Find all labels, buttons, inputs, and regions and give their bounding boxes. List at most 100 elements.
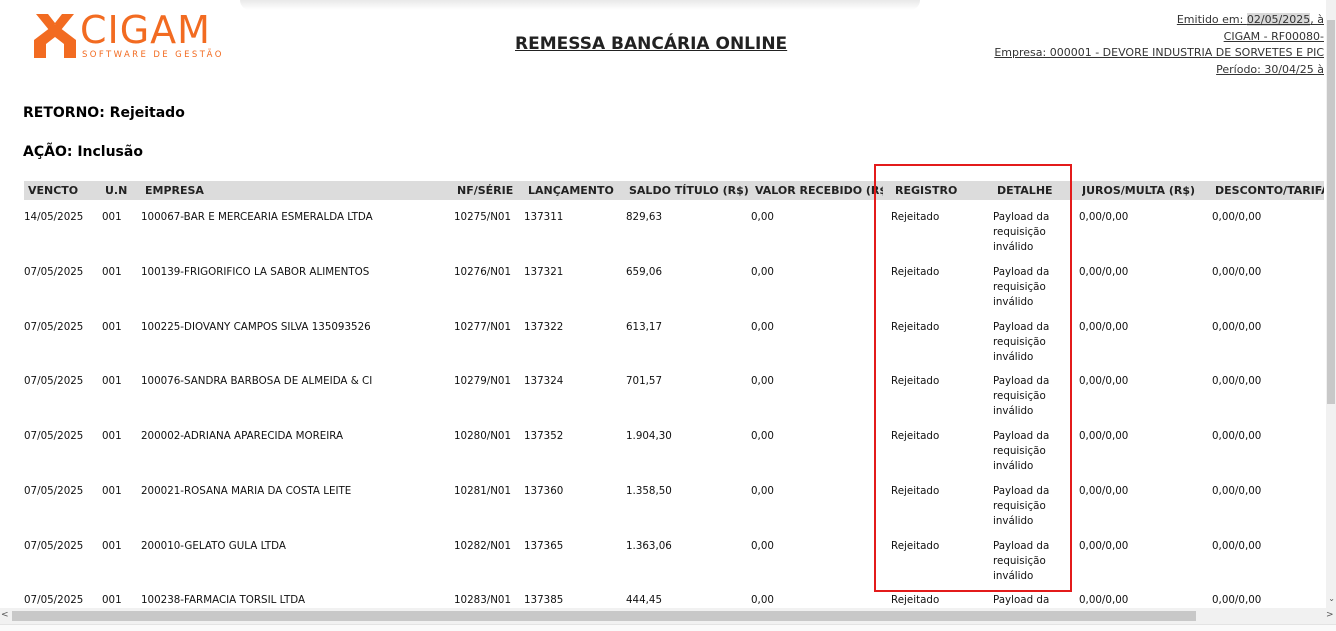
cell-desconto: 0,00/0,00 <box>1212 540 1262 552</box>
cell-vencto: 07/05/2025 <box>24 540 84 552</box>
cell-vencto: 14/05/2025 <box>24 211 84 223</box>
cell-lancamento: 137311 <box>524 211 564 223</box>
cell-lancamento: 137360 <box>524 485 564 497</box>
table-row: 07/05/2025 001 200002-ADRIANA APARECIDA … <box>0 430 1326 485</box>
cell-empresa: 100067-BAR E MERCEARIA ESMERALDA LTDA <box>141 211 373 223</box>
emitido-date: 02/05/2025 <box>1246 13 1311 26</box>
cell-nf: 10281/N01 <box>454 485 512 497</box>
vertical-scroll-thumb[interactable] <box>1327 20 1335 404</box>
acao-label: AÇÃO: Inclusão <box>23 144 143 160</box>
cell-juros: 0,00/0,00 <box>1079 540 1129 552</box>
cell-un: 001 <box>102 321 122 333</box>
cell-empresa: 100139-FRIGORIFICO LA SABOR ALIMENTOS <box>141 266 370 278</box>
cell-un: 001 <box>102 594 122 606</box>
cell-saldo: 613,17 <box>626 321 663 333</box>
col-valor-recebido: VALOR RECEBIDO (R$) <box>755 184 883 197</box>
cell-lancamento: 137322 <box>524 321 564 333</box>
retorno-label: RETORNO: Rejeitado <box>23 105 185 121</box>
cell-nf: 10275/N01 <box>454 211 512 223</box>
periodo-line: Período: 30/04/25 à <box>1216 62 1324 76</box>
report-code: CIGAM - RF00080- <box>1223 29 1324 43</box>
col-empresa: EMPRESA <box>145 184 204 197</box>
table-row: 07/05/2025 001 200021-ROSANA MARIA DA CO… <box>0 485 1326 540</box>
cell-empresa: 200002-ADRIANA APARECIDA MOREIRA <box>141 430 344 442</box>
cell-un: 001 <box>102 375 122 387</box>
table-row: 07/05/2025 001 200010-GELATO GULA LTDA 1… <box>0 540 1326 595</box>
col-un: U.N <box>105 184 128 197</box>
cell-juros: 0,00/0,00 <box>1079 594 1129 606</box>
cell-juros: 0,00/0,00 <box>1079 266 1129 278</box>
cell-empresa: 200021-ROSANA MARIA DA COSTA LEITE <box>141 485 352 497</box>
cell-un: 001 <box>102 211 122 223</box>
cell-juros: 0,00/0,00 <box>1079 430 1129 442</box>
logo-text: CIGAM <box>80 8 211 52</box>
cell-desconto: 0,00/0,00 <box>1212 375 1262 387</box>
col-saldo: SALDO TÍTULO (R$) <box>629 184 749 197</box>
table-row: 07/05/2025 001 100076-SANDRA BARBOSA DE … <box>0 375 1326 430</box>
scroll-down-arrow-icon[interactable]: ⌄ <box>1328 594 1335 603</box>
cell-saldo: 1.363,06 <box>626 540 672 552</box>
cell-empresa: 200010-GELATO GULA LTDA <box>141 540 286 552</box>
cell-un: 001 <box>102 540 122 552</box>
cell-juros: 0,00/0,00 <box>1079 375 1129 387</box>
col-vencto: VENCTO <box>28 184 79 197</box>
scroll-left-arrow-icon[interactable]: < <box>1 610 9 620</box>
cell-nf: 10282/N01 <box>454 540 512 552</box>
cell-valor: 0,00 <box>751 594 774 606</box>
report-title: REMESSA BANCÁRIA ONLINE <box>515 34 788 54</box>
cell-nf: 10283/N01 <box>454 594 512 606</box>
cell-empresa: 100225-DIOVANY CAMPOS SILVA 135093526 <box>141 321 371 333</box>
scroll-right-arrow-icon[interactable]: > <box>1326 610 1334 620</box>
cell-desconto: 0,00/0,00 <box>1212 594 1262 606</box>
cell-detalhe: Payload da <box>993 594 1050 606</box>
logo-tagline: SOFTWARE DE GESTÃO <box>82 50 224 60</box>
cell-nf: 10280/N01 <box>454 430 512 442</box>
table-header: VENCTO U.N EMPRESA NF/SÉRIE LANÇAMENTO S… <box>24 181 1324 200</box>
cell-valor: 0,00 <box>751 266 774 278</box>
table-row: 07/05/2025 001 100139-FRIGORIFICO LA SAB… <box>0 266 1326 321</box>
cell-desconto: 0,00/0,00 <box>1212 266 1262 278</box>
cell-desconto: 0,00/0,00 <box>1212 430 1262 442</box>
cell-empresa: 100238-FARMACIA TORSIL LTDA <box>141 594 306 606</box>
horizontal-scroll-thumb[interactable] <box>12 611 1196 621</box>
cell-desconto: 0,00/0,00 <box>1212 321 1262 333</box>
cell-vencto: 07/05/2025 <box>24 375 84 387</box>
top-shadow <box>240 0 920 10</box>
empresa-line: Empresa: 000001 - DEVORE INDUSTRIA DE SO… <box>994 46 1324 59</box>
col-juros-multa: JUROS/MULTA (R$) <box>1082 184 1196 197</box>
cell-un: 001 <box>102 266 122 278</box>
cell-lancamento: 137365 <box>524 540 564 552</box>
cell-lancamento: 137385 <box>524 594 564 606</box>
cell-saldo: 1.904,30 <box>626 430 672 442</box>
horizontal-scrollbar[interactable]: < > <box>0 608 1336 624</box>
cell-saldo: 701,57 <box>626 375 663 387</box>
cell-registro: Rejeitado <box>891 594 940 606</box>
highlight-box <box>874 164 1072 592</box>
cell-juros: 0,00/0,00 <box>1079 211 1129 223</box>
cell-lancamento: 137324 <box>524 375 564 387</box>
cell-lancamento: 137321 <box>524 266 564 278</box>
cell-vencto: 07/05/2025 <box>24 430 84 442</box>
col-lancamento: LANÇAMENTO <box>528 184 614 197</box>
cell-valor: 0,00 <box>751 211 774 223</box>
cell-saldo: 444,45 <box>626 594 663 606</box>
cell-saldo: 659,06 <box>626 266 663 278</box>
cell-empresa: 100076-SANDRA BARBOSA DE ALMEIDA & CI <box>141 375 373 387</box>
cell-valor: 0,00 <box>751 485 774 497</box>
cell-nf: 10279/N01 <box>454 375 512 387</box>
cell-valor: 0,00 <box>751 430 774 442</box>
cigam-logo: CIGAM SOFTWARE DE GESTÃO <box>34 8 234 66</box>
cell-vencto: 07/05/2025 <box>24 321 84 333</box>
table-row: 07/05/2025 001 100238-FARMACIA TORSIL LT… <box>0 594 1326 608</box>
cell-desconto: 0,00/0,00 <box>1212 485 1262 497</box>
emitido-line: Emitido em: 02/05/2025, à <box>964 12 1324 29</box>
cigam-logo-mark-icon <box>34 14 76 58</box>
emitido-suffix: , à <box>1310 13 1324 26</box>
cell-desconto: 0,00/0,00 <box>1212 211 1262 223</box>
cell-vencto: 07/05/2025 <box>24 594 84 606</box>
table-row: 07/05/2025 001 100225-DIOVANY CAMPOS SIL… <box>0 321 1326 376</box>
col-nf-serie: NF/SÉRIE <box>457 184 514 197</box>
cell-valor: 0,00 <box>751 540 774 552</box>
cell-un: 001 <box>102 430 122 442</box>
vertical-scrollbar[interactable]: ⌄ <box>1326 0 1336 612</box>
